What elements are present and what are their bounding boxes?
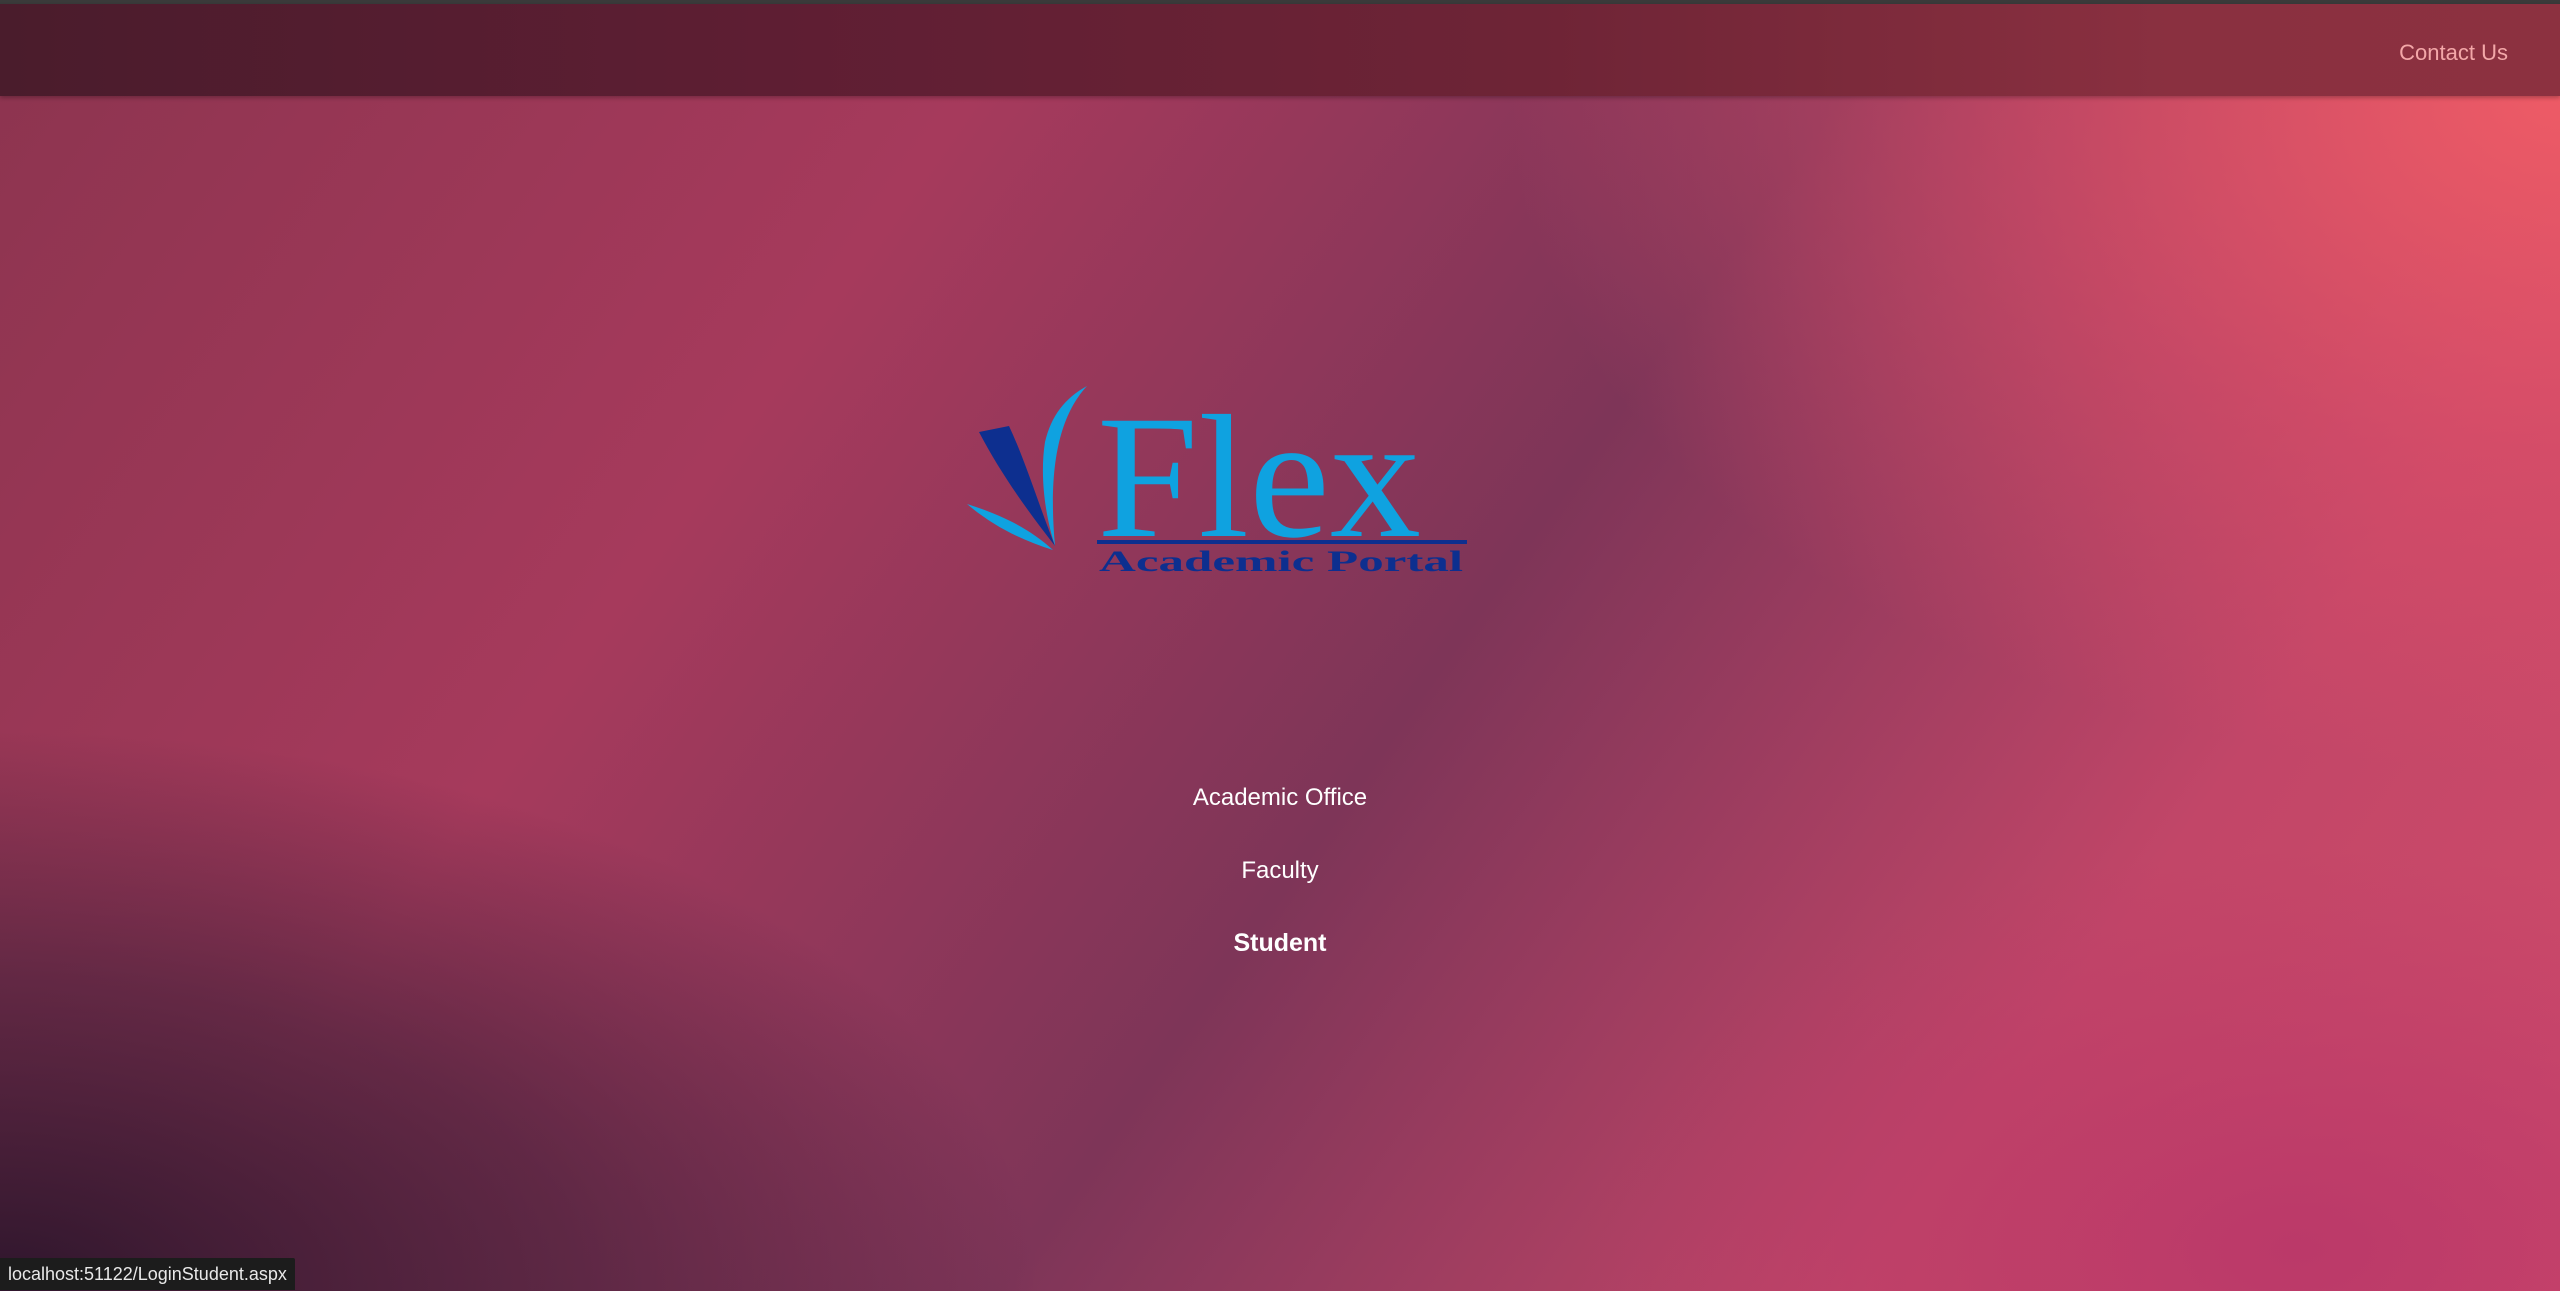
status-url: localhost:51122/LoginStudent.aspx bbox=[8, 1264, 287, 1284]
leaf-icon bbox=[967, 386, 1087, 550]
menu-item-academic-office: Academic Office bbox=[0, 784, 2560, 812]
flex-logo: Flex Academic Portal bbox=[967, 380, 1467, 578]
faculty-link[interactable]: Faculty bbox=[1241, 857, 1318, 884]
logo-underline bbox=[1097, 540, 1467, 544]
browser-status-bar: localhost:51122/LoginStudent.aspx bbox=[0, 1258, 295, 1290]
logo-subtitle: Academic Portal bbox=[1099, 545, 1463, 578]
menu-item-student: Student bbox=[0, 929, 2560, 958]
academic-office-link[interactable]: Academic Office bbox=[1193, 784, 1367, 811]
contact-us-link[interactable]: Contact Us bbox=[2399, 40, 2508, 66]
student-link[interactable]: Student bbox=[1233, 929, 1326, 957]
menu-item-faculty: Faculty bbox=[0, 857, 2560, 885]
top-navbar: Contact Us bbox=[0, 4, 2560, 96]
page-background bbox=[0, 0, 2560, 1291]
